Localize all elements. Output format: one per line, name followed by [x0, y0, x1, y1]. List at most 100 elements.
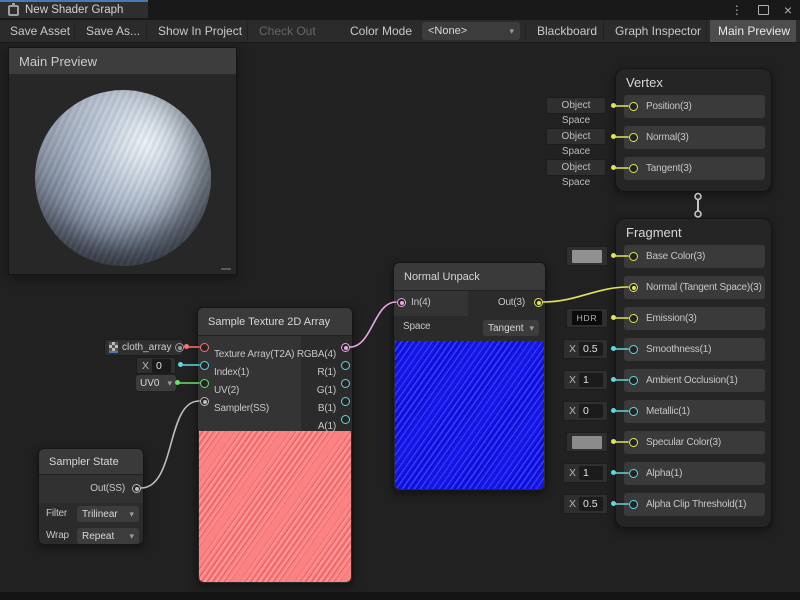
sample-texture-2d-array-node[interactable]: Sample Texture 2D Array Texture Array(T2…	[197, 307, 353, 584]
smoothness-input[interactable]: X 0.5	[563, 339, 608, 359]
filter-dropdown[interactable]: Trilinear ▾	[77, 506, 139, 522]
alpha-clip-input[interactable]: X 0.5	[563, 494, 608, 514]
ambient-occlusion-input[interactable]: X 1	[563, 370, 608, 390]
a-port-icon[interactable]	[341, 415, 350, 424]
index-input[interactable]: X 0	[136, 357, 176, 374]
main-preview-title: Main Preview	[19, 54, 97, 69]
close-icon[interactable]: ×	[784, 0, 792, 20]
fragment-row-smoothness[interactable]: Smoothness(1)	[624, 338, 765, 361]
fragment-row-metallic[interactable]: Metallic(1)	[624, 400, 765, 423]
wrap-dropdown[interactable]: Repeat ▾	[77, 528, 139, 544]
texture-array-port-icon[interactable]	[200, 343, 209, 352]
value-field[interactable]: 0	[579, 404, 603, 418]
cloth-array-property-pill[interactable]: cloth_array	[104, 339, 183, 356]
node-header[interactable]: Sampler State	[39, 449, 143, 475]
fragment-row-normal[interactable]: Normal (Tangent Space)(3)	[624, 276, 765, 299]
sampler-port-icon[interactable]	[200, 397, 209, 406]
normal-port-icon[interactable]	[629, 283, 638, 292]
out-ss-port-icon[interactable]	[132, 484, 141, 493]
value-field[interactable]: 1	[579, 373, 603, 387]
specular-color-swatch[interactable]	[566, 432, 608, 452]
value-field[interactable]: 0.5	[579, 497, 603, 511]
tangent-port-icon[interactable]	[629, 164, 638, 173]
index-port-icon[interactable]	[200, 361, 209, 370]
main-preview-button[interactable]: Main Preview	[710, 20, 796, 42]
fragment-row-alpha-clip[interactable]: Alpha Clip Threshold(1)	[624, 493, 765, 516]
fragment-node[interactable]: Fragment Base Color(3) Normal (Tangent S…	[615, 218, 772, 528]
alpha-clip-port-icon[interactable]	[629, 500, 638, 509]
main-preview-header[interactable]: Main Preview	[9, 48, 236, 74]
node-header[interactable]: Sample Texture 2D Array	[198, 308, 352, 336]
preview-sphere[interactable]	[35, 90, 211, 266]
b-port-icon[interactable]	[341, 397, 350, 406]
fragment-row-base-color[interactable]: Base Color(3)	[624, 245, 765, 268]
port-label: Position(3)	[646, 95, 692, 118]
metallic-input[interactable]: X 0	[563, 401, 608, 421]
value-field[interactable]: 1	[579, 466, 603, 480]
position-port-icon[interactable]	[629, 102, 638, 111]
ambient-occlusion-port-icon[interactable]	[629, 376, 638, 385]
hdr-badge[interactable]: HDR	[572, 311, 602, 325]
resize-grip[interactable]	[221, 268, 231, 270]
specular-color-port-icon[interactable]	[629, 438, 638, 447]
emission-hdr-widget[interactable]: HDR	[566, 308, 608, 328]
color-swatch[interactable]	[572, 250, 602, 263]
save-asset-button[interactable]: Save Asset	[2, 20, 78, 42]
filter-label: Filter	[46, 508, 67, 519]
toolbar-divider	[706, 22, 707, 40]
connector-dot	[611, 408, 616, 413]
port-label: Smoothness(1)	[646, 338, 711, 361]
uv-port-icon[interactable]	[200, 379, 209, 388]
toolbar: Save Asset Save As... Show In Project Ch…	[0, 20, 800, 43]
color-mode-dropdown[interactable]: <None> ▾	[422, 22, 520, 40]
port-label: Alpha(1)	[646, 462, 682, 485]
fragment-row-ambient-occlusion[interactable]: Ambient Occlusion(1)	[624, 369, 765, 392]
document-tab[interactable]: New Shader Graph	[0, 0, 148, 18]
vertex-row-position[interactable]: Position(3)	[624, 95, 765, 118]
menu-icon[interactable]: ⋮	[731, 0, 743, 20]
graph-inspector-button[interactable]: Graph Inspector	[607, 20, 709, 42]
vertex-row-tangent[interactable]: Tangent(3)	[624, 157, 765, 180]
alpha-port-icon[interactable]	[629, 469, 638, 478]
vertex-node[interactable]: Vertex Position(3) Normal(3) Tangent(3)	[615, 68, 772, 192]
connector-dot	[611, 134, 616, 139]
g-port-icon[interactable]	[341, 379, 350, 388]
port-label: In(4)	[411, 297, 431, 308]
metallic-port-icon[interactable]	[629, 407, 638, 416]
value-field[interactable]: 0.5	[579, 342, 603, 356]
value-field[interactable]: 0	[152, 359, 171, 373]
base-color-port-icon[interactable]	[629, 252, 638, 261]
connector-dot	[178, 362, 183, 367]
show-in-project-button[interactable]: Show In Project	[150, 20, 250, 42]
sampler-state-node[interactable]: Sampler State Out(SS) Filter Trilinear ▾…	[38, 448, 144, 545]
alpha-input[interactable]: X 1	[563, 463, 608, 483]
vertex-row-normal[interactable]: Normal(3)	[624, 126, 765, 149]
chevron-down-icon: ▾	[129, 509, 134, 520]
normal-unpack-node[interactable]: Normal Unpack In(4) Out(3) Space Tangent…	[393, 262, 546, 491]
node-header[interactable]: Normal Unpack	[394, 263, 545, 291]
uv-channel-dropdown[interactable]: UV0 ▾	[136, 375, 176, 391]
binding-object-space: Object Space	[546, 97, 606, 114]
port-label: Texture Array(T2A)	[214, 349, 294, 360]
normal-port-icon[interactable]	[629, 133, 638, 142]
x-label: X	[569, 498, 576, 510]
x-label: X	[569, 467, 576, 479]
out-port-icon[interactable]	[534, 298, 543, 307]
space-dropdown[interactable]: Tangent ▾	[483, 320, 539, 336]
in-port-icon[interactable]	[397, 298, 406, 307]
base-color-swatch[interactable]	[566, 246, 608, 266]
main-preview-panel[interactable]: Main Preview	[8, 47, 237, 275]
fragment-row-emission[interactable]: Emission(3)	[624, 307, 765, 330]
r-port-icon[interactable]	[341, 361, 350, 370]
smoothness-port-icon[interactable]	[629, 345, 638, 354]
color-swatch[interactable]	[572, 436, 602, 449]
maximize-icon[interactable]	[758, 5, 769, 15]
fragment-row-alpha[interactable]: Alpha(1)	[624, 462, 765, 485]
emission-port-icon[interactable]	[629, 314, 638, 323]
fragment-row-specular-color[interactable]: Specular Color(3)	[624, 431, 765, 454]
texture-preview-blue	[395, 341, 544, 489]
rgba-port-icon[interactable]	[341, 343, 350, 352]
save-as-button[interactable]: Save As...	[78, 20, 148, 42]
blackboard-button[interactable]: Blackboard	[529, 20, 605, 42]
port-label: Out(SS)	[90, 483, 125, 494]
